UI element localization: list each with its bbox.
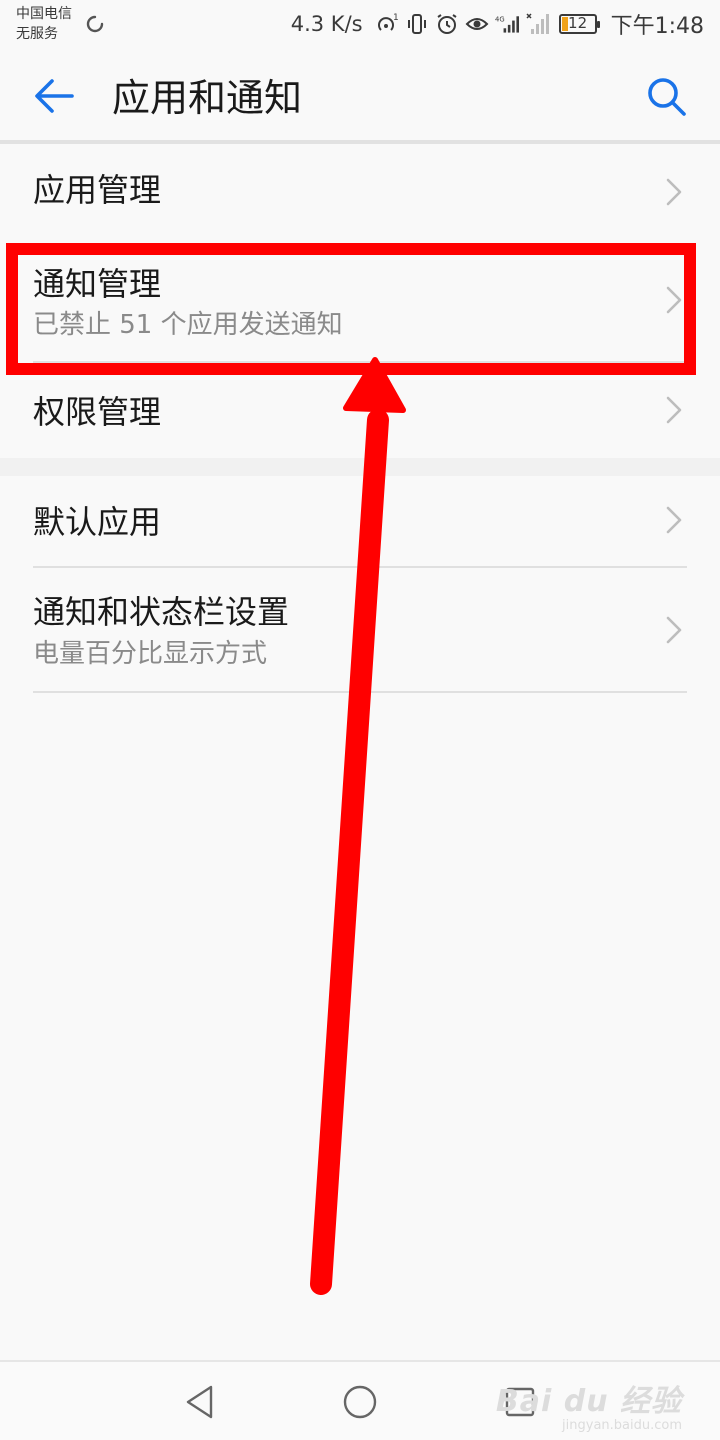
page-title: 应用和通知 bbox=[112, 76, 303, 120]
chevron-right-icon bbox=[666, 396, 682, 424]
carrier-name: 中国电信 bbox=[16, 6, 72, 22]
chevron-right-icon bbox=[666, 616, 682, 644]
clock: 下午1:48 bbox=[610, 14, 704, 39]
svg-text:4G: 4G bbox=[495, 15, 505, 23]
list-item-permission-management[interactable]: 权限管理 bbox=[0, 364, 720, 458]
hotspot-icon: 1 bbox=[377, 13, 399, 31]
carrier-info: 中国电信 无服务 bbox=[16, 4, 72, 44]
chevron-right-icon bbox=[666, 178, 682, 206]
screen: 中国电信 无服务 4.3 K/s 1 4G 12 下午1:48 应用和通知 应用… bbox=[0, 0, 720, 1440]
signal-none-icon bbox=[526, 13, 549, 34]
list-item-title: 默认应用 bbox=[33, 503, 162, 541]
svg-text:1: 1 bbox=[393, 13, 399, 23]
action-bar: 应用和通知 bbox=[0, 48, 720, 140]
service-status: 无服务 bbox=[16, 26, 58, 42]
row-divider bbox=[33, 691, 687, 693]
back-triangle-icon[interactable] bbox=[180, 1382, 220, 1422]
network-speed: 4.3 K/s bbox=[290, 12, 363, 36]
eye-comfort-icon bbox=[465, 18, 489, 30]
watermark-logo-text: Bai du 经验 bbox=[495, 1384, 682, 1419]
battery-level: 12 bbox=[568, 14, 588, 32]
annotation-highlight-box bbox=[6, 243, 696, 375]
alarm-icon bbox=[437, 14, 457, 34]
battery-icon: 12 bbox=[558, 14, 600, 34]
list-item-app-management[interactable]: 应用管理 bbox=[0, 144, 720, 240]
watermark: Bai du 经验 jingyan.baidu.com bbox=[496, 1376, 682, 1433]
sync-icon bbox=[86, 15, 104, 33]
status-bar: 中国电信 无服务 4.3 K/s 1 4G 12 下午1:48 bbox=[0, 0, 720, 48]
back-arrow-icon[interactable] bbox=[30, 72, 78, 120]
signal-4g-icon: 4G bbox=[495, 15, 519, 33]
list-item-default-apps[interactable]: 默认应用 bbox=[0, 476, 720, 566]
chevron-right-icon bbox=[666, 506, 682, 534]
list-item-title: 通知和状态栏设置 bbox=[33, 593, 290, 631]
status-icons: 4.3 K/s 1 4G 12 下午1:48 bbox=[290, 10, 704, 39]
list-item-subtitle: 电量百分比显示方式 bbox=[33, 639, 268, 669]
search-icon[interactable] bbox=[642, 72, 690, 120]
list-item-title: 应用管理 bbox=[33, 171, 162, 209]
section-gap bbox=[0, 458, 720, 476]
list-item-title: 权限管理 bbox=[33, 393, 162, 431]
vibrate-icon bbox=[407, 14, 426, 34]
home-circle-icon[interactable] bbox=[340, 1382, 380, 1422]
list-item-notification-statusbar-settings[interactable]: 通知和状态栏设置 电量百分比显示方式 bbox=[0, 568, 720, 692]
watermark-url: jingyan.baidu.com bbox=[562, 1418, 682, 1433]
